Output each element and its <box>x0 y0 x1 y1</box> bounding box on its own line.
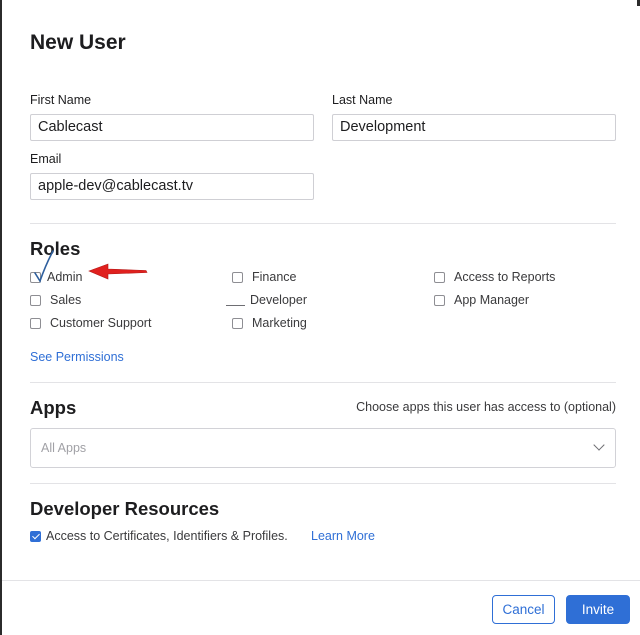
developer-resources-option[interactable]: Access to Certificates, Identifiers & Pr… <box>30 528 288 544</box>
finance-checkbox[interactable] <box>232 271 243 283</box>
cancel-button[interactable]: Cancel <box>492 595 555 624</box>
apps-select-placeholder: All Apps <box>41 441 87 455</box>
role-finance[interactable]: Finance <box>232 269 296 285</box>
developer-checkbox[interactable] <box>226 304 245 306</box>
first-name-label: First Name <box>30 93 92 107</box>
customer-support-checkbox[interactable] <box>30 317 41 329</box>
section-divider <box>30 382 616 383</box>
role-developer[interactable]: Developer <box>226 292 307 308</box>
dialog-title: New User <box>30 31 126 54</box>
see-permissions-link[interactable]: See Permissions <box>30 350 124 364</box>
email-field[interactable]: apple-dev@cablecast.tv <box>30 173 314 200</box>
apps-select[interactable]: All Apps <box>30 428 616 468</box>
window-edge-left <box>0 0 2 635</box>
invite-button[interactable]: Invite <box>566 595 630 624</box>
role-app-manager[interactable]: App Manager <box>434 292 529 308</box>
role-label: Customer Support <box>50 316 152 330</box>
role-label: Marketing <box>252 316 307 330</box>
role-customer-support[interactable]: Customer Support <box>30 315 151 331</box>
apps-hint: Choose apps this user has access to (opt… <box>356 400 616 414</box>
role-label: Sales <box>50 293 82 307</box>
certificates-label: Access to Certificates, Identifiers & Pr… <box>46 529 288 543</box>
role-label: Finance <box>252 270 297 284</box>
sales-checkbox[interactable] <box>30 294 41 306</box>
first-name-field[interactable]: Cablecast <box>30 114 314 141</box>
role-label: Access to Reports <box>454 270 556 284</box>
app-manager-checkbox[interactable] <box>434 294 445 306</box>
roles-heading: Roles <box>30 238 81 259</box>
role-access-to-reports[interactable]: Access to Reports <box>434 269 555 285</box>
access-to-reports-checkbox[interactable] <box>434 271 445 283</box>
section-divider <box>30 483 616 484</box>
last-name-field[interactable]: Development <box>332 114 616 141</box>
annotation-arrow-icon <box>88 263 148 280</box>
email-label: Email <box>30 152 62 166</box>
role-sales[interactable]: Sales <box>30 292 81 308</box>
role-label: Admin <box>47 270 83 284</box>
certificates-checkbox[interactable] <box>30 530 41 542</box>
marketing-checkbox[interactable] <box>232 317 243 329</box>
role-label: App Manager <box>454 293 530 307</box>
footer-divider <box>2 580 640 581</box>
chevron-down-icon <box>593 439 605 451</box>
developer-resources-heading: Developer Resources <box>30 498 220 519</box>
last-name-label: Last Name <box>332 93 393 107</box>
role-marketing[interactable]: Marketing <box>232 315 307 331</box>
role-admin[interactable]: Admin <box>30 269 82 285</box>
apps-heading: Apps <box>30 397 77 418</box>
section-divider <box>30 223 616 224</box>
learn-more-link[interactable]: Learn More <box>311 529 375 543</box>
role-label: Developer <box>250 293 307 307</box>
admin-checkbox[interactable] <box>30 271 41 283</box>
